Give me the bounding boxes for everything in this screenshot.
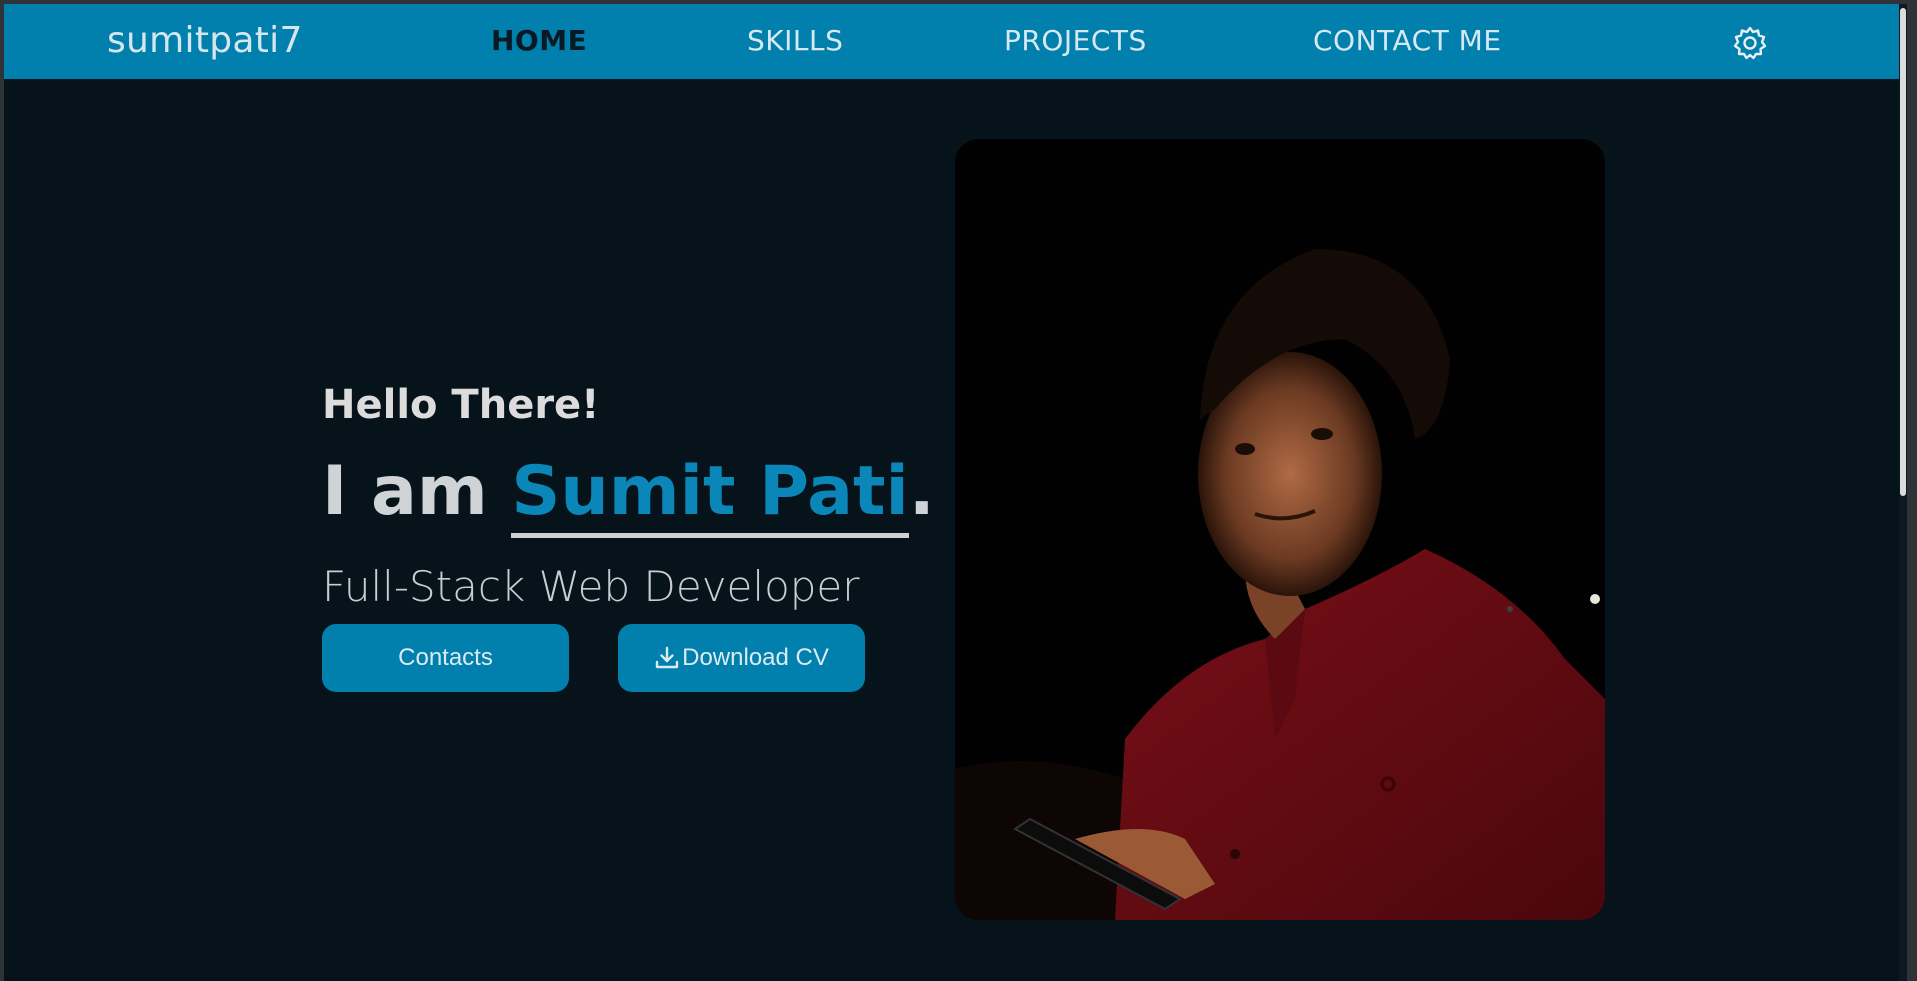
role-subtitle: Full-Stack Web Developer [322, 562, 860, 611]
nav-link-projects[interactable]: PROJECTS [1004, 24, 1147, 57]
scrollbar[interactable] [1899, 4, 1907, 981]
download-cv-button[interactable]: Download CV [618, 624, 865, 692]
scrollbar-thumb[interactable] [1900, 8, 1906, 496]
contacts-button[interactable]: Contacts [322, 624, 569, 692]
page: sumitpati7 HOME SKILLS PROJECTS CONTACT … [4, 4, 1907, 981]
download-icon [655, 646, 679, 669]
navbar: sumitpati7 HOME SKILLS PROJECTS CONTACT … [4, 4, 1907, 79]
brand-logo[interactable]: sumitpati7 [107, 20, 303, 61]
gear-icon[interactable] [1732, 25, 1768, 61]
nav-link-contact-me[interactable]: CONTACT ME [1313, 24, 1502, 57]
contacts-button-label: Contacts [398, 644, 493, 671]
name-highlight: Sumit Pati [511, 452, 909, 538]
intro-heading: I am Sumit Pati. [322, 452, 935, 538]
intro-suffix: . [908, 452, 935, 531]
intro-prefix: I am [322, 452, 512, 531]
portrait-photo [955, 139, 1605, 920]
download-cv-label: Download CV [682, 644, 829, 671]
greeting-heading: Hello There! [322, 382, 600, 428]
nav-link-skills[interactable]: SKILLS [747, 24, 843, 57]
nav-link-home[interactable]: HOME [491, 24, 587, 57]
